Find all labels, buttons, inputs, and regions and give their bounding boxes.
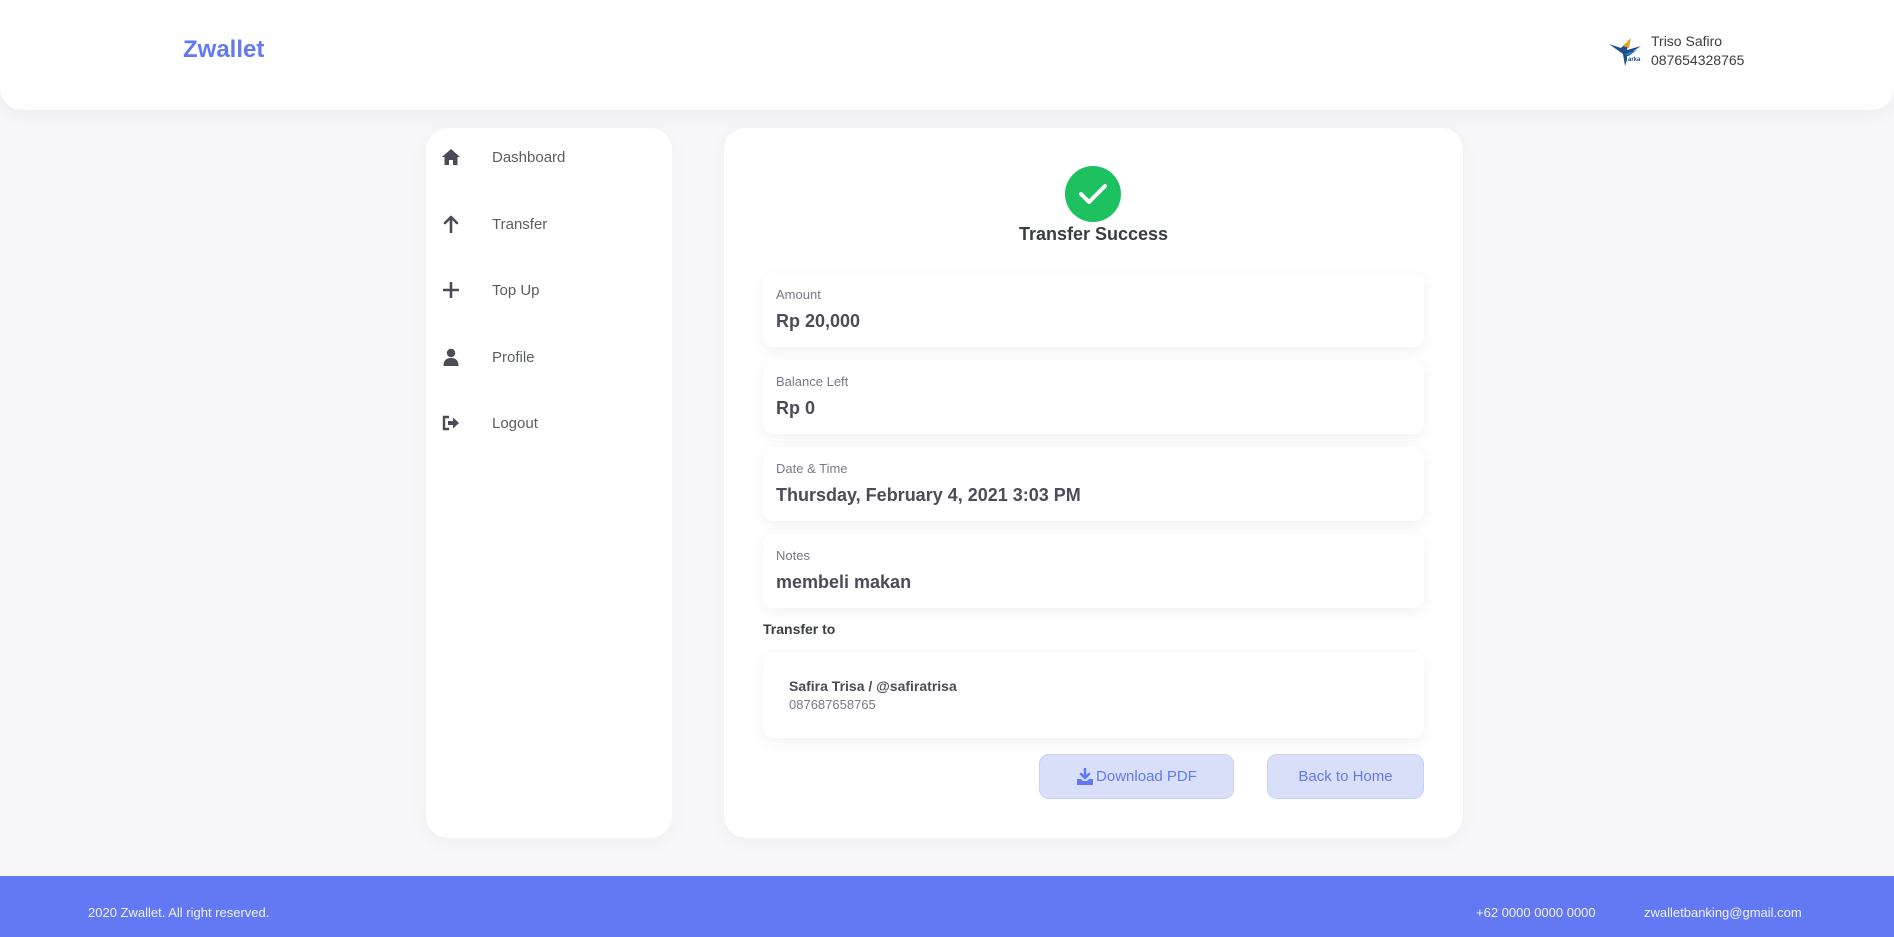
user-phone: 087654328765 xyxy=(1651,52,1745,68)
transfer-result-panel: Transfer Success Amount Rp 20,000 Balanc… xyxy=(724,128,1463,838)
transfer-to-heading: Transfer to xyxy=(763,621,836,637)
detail-label: Notes xyxy=(776,548,810,563)
detail-label: Date & Time xyxy=(776,461,848,476)
sidebar: Dashboard Transfer Top Up Profile Logout xyxy=(426,128,672,838)
check-icon xyxy=(1065,166,1121,222)
back-to-home-label: Back to Home xyxy=(1298,768,1393,785)
recipient-name: Safira Trisa / @safiratrisa xyxy=(789,678,957,694)
download-pdf-label: Download PDF xyxy=(1096,768,1197,785)
user-profile[interactable]: arka Triso Safiro 087654328765 xyxy=(1607,32,1744,70)
logout-icon xyxy=(440,412,462,434)
footer-phone: +62 0000 0000 0000 xyxy=(1476,905,1596,920)
detail-value: Thursday, February 4, 2021 3:03 PM xyxy=(776,485,1081,505)
plus-icon xyxy=(440,279,462,301)
status-title: Transfer Success xyxy=(1018,224,1169,244)
detail-label: Amount xyxy=(776,287,821,302)
user-icon xyxy=(440,346,462,368)
avatar[interactable]: arka xyxy=(1607,32,1645,70)
brand-logo[interactable]: Zwallet xyxy=(183,36,264,64)
home-icon xyxy=(440,146,462,168)
sidebar-item-label: Profile xyxy=(492,348,535,366)
datetime-card: Date & Time Thursday, February 4, 2021 3… xyxy=(763,447,1424,521)
arrow-up-icon xyxy=(440,213,462,235)
svg-text:arka: arka xyxy=(1628,57,1641,63)
detail-value: Rp 20,000 xyxy=(776,311,861,331)
recipient-phone: 087687658765 xyxy=(789,697,876,712)
detail-value: membeli makan xyxy=(776,572,912,592)
footer: 2020 Zwallet. All right reserved. +62 00… xyxy=(0,876,1894,937)
footer-email[interactable]: zwalletbanking@gmail.com xyxy=(1644,905,1802,920)
download-pdf-button[interactable]: Download PDF xyxy=(1039,754,1234,799)
sidebar-item-profile[interactable]: Profile xyxy=(440,346,535,368)
sidebar-item-top-up[interactable]: Top Up xyxy=(440,279,540,301)
sidebar-item-label: Dashboard xyxy=(492,148,566,166)
back-to-home-button[interactable]: Back to Home xyxy=(1267,754,1424,799)
user-name: Triso Safiro xyxy=(1651,33,1723,49)
recipient-card: Safira Trisa / @safiratrisa 087687658765 xyxy=(763,652,1424,738)
amount-card: Amount Rp 20,000 xyxy=(763,273,1424,347)
top-header: Zwallet arka Triso Safiro 087654328765 xyxy=(0,0,1894,110)
sidebar-item-label: Transfer xyxy=(492,215,548,233)
sidebar-item-transfer[interactable]: Transfer xyxy=(440,213,547,235)
sidebar-item-label: Logout xyxy=(492,414,538,432)
download-icon xyxy=(1076,767,1094,786)
notes-card: Notes membeli makan xyxy=(763,534,1424,608)
detail-value: Rp 0 xyxy=(776,398,816,418)
sidebar-item-dashboard[interactable]: Dashboard xyxy=(440,146,565,168)
sidebar-item-logout[interactable]: Logout xyxy=(440,412,538,434)
footer-copyright: 2020 Zwallet. All right reserved. xyxy=(88,905,270,920)
sidebar-item-label: Top Up xyxy=(492,281,540,299)
detail-label: Balance Left xyxy=(776,374,849,389)
balance-card: Balance Left Rp 0 xyxy=(763,360,1424,434)
